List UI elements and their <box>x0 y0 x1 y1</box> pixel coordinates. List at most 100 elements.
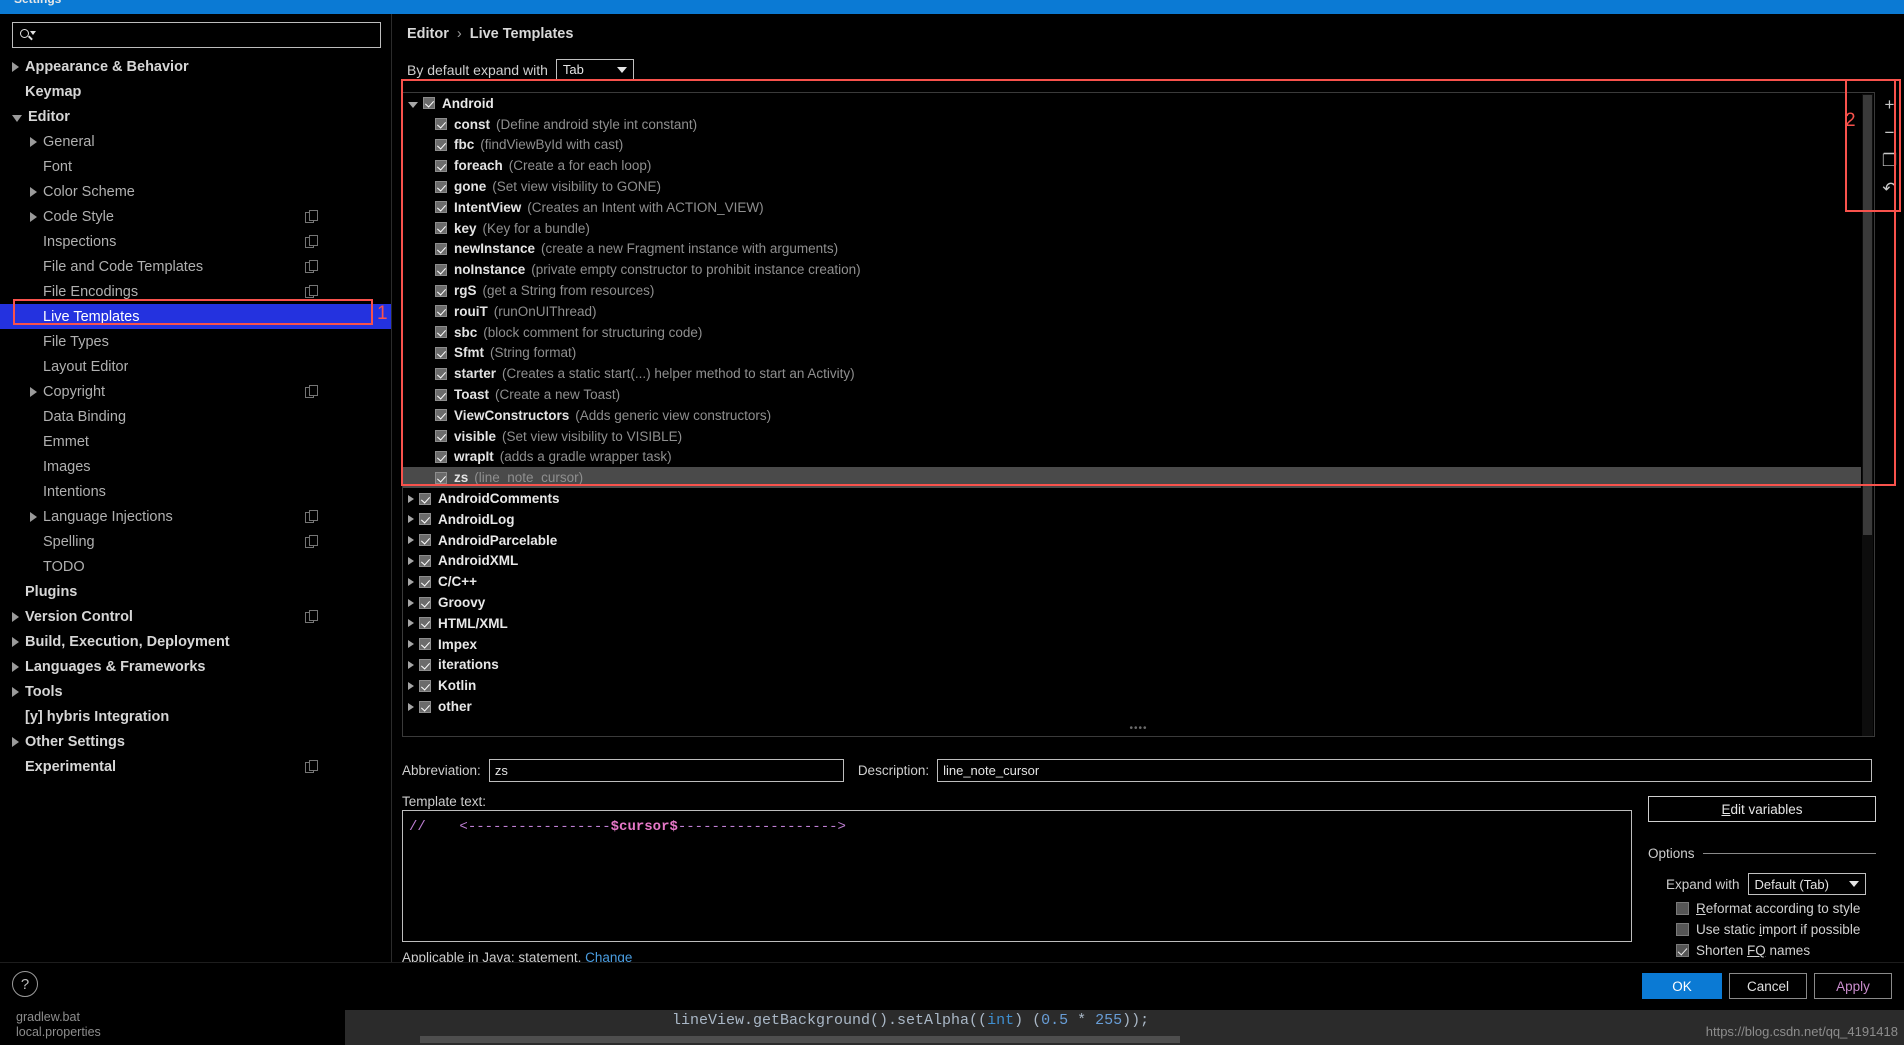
chevron-right-icon[interactable] <box>12 611 19 622</box>
chevron-right-icon[interactable] <box>12 636 19 647</box>
template-checkbox[interactable] <box>435 242 447 255</box>
sidebar-item-build-execution-deployment[interactable]: Build, Execution, Deployment <box>0 629 391 654</box>
template-checkbox[interactable] <box>435 450 447 463</box>
template-item-toast[interactable]: Toast (Create a new Toast) <box>403 384 1861 405</box>
template-checkbox[interactable] <box>435 471 447 484</box>
template-item-viewconstructors[interactable]: ViewConstructors (Adds generic view const… <box>403 405 1861 426</box>
chevron-right-icon[interactable] <box>408 660 414 669</box>
copy-settings-icon[interactable] <box>305 535 317 548</box>
template-item-foreach[interactable]: foreach (Create a for each loop) <box>403 155 1861 176</box>
template-checkbox[interactable] <box>435 159 447 172</box>
sidebar-item-font[interactable]: Font <box>0 154 391 179</box>
template-checkbox[interactable] <box>419 617 431 630</box>
copy-settings-icon[interactable] <box>305 235 317 248</box>
template-checkbox[interactable] <box>435 367 447 380</box>
chevron-right-icon[interactable] <box>408 515 414 524</box>
breadcrumb-parent[interactable]: Editor <box>407 26 449 42</box>
description-input[interactable] <box>937 759 1873 782</box>
sidebar-item-languages-frameworks[interactable]: Languages & Frameworks <box>0 654 391 679</box>
template-checkbox[interactable] <box>419 554 431 567</box>
template-checkbox[interactable] <box>435 180 447 193</box>
template-item-wrapit[interactable]: wrapIt (adds a gradle wrapper task) <box>403 447 1861 468</box>
template-item-fbc[interactable]: fbc (findViewById with cast) <box>403 135 1861 156</box>
resize-grip[interactable]: •••• <box>1129 723 1147 734</box>
file-item[interactable]: gradlew.bat <box>16 1010 345 1025</box>
sidebar-item-color-scheme[interactable]: Color Scheme <box>0 179 391 204</box>
chevron-right-icon[interactable] <box>12 736 19 747</box>
template-checkbox[interactable] <box>435 284 447 297</box>
template-group-androidcomments[interactable]: AndroidComments <box>403 488 1861 509</box>
template-checkbox[interactable] <box>419 638 431 651</box>
template-checkbox[interactable] <box>435 201 447 214</box>
sidebar-item-todo[interactable]: TODO <box>0 554 391 579</box>
sidebar-item-appearance-behavior[interactable]: Appearance & Behavior <box>0 54 391 79</box>
copy-settings-icon[interactable] <box>305 610 317 623</box>
sidebar-item-emmet[interactable]: Emmet <box>0 429 391 454</box>
sidebar-item-file-encodings[interactable]: File Encodings <box>0 279 391 304</box>
help-button[interactable]: ? <box>12 971 38 997</box>
sidebar-item-code-style[interactable]: Code Style <box>0 204 391 229</box>
chevron-right-icon[interactable] <box>408 494 414 503</box>
template-group-android[interactable]: Android <box>403 93 1861 114</box>
sidebar-item-live-templates[interactable]: Live Templates <box>0 304 391 329</box>
template-item-const[interactable]: const (Define android style int constant) <box>403 114 1861 135</box>
chevron-right-icon[interactable] <box>408 556 414 565</box>
chevron-right-icon[interactable] <box>12 661 19 672</box>
sidebar-item-y-hybris-integration[interactable]: [y] hybris Integration <box>0 704 391 729</box>
template-item-rouit[interactable]: rouiT (runOnUIThread) <box>403 301 1861 322</box>
copy-settings-icon[interactable] <box>305 260 317 273</box>
sidebar-item-plugins[interactable]: Plugins <box>0 579 391 604</box>
copy-settings-icon[interactable] <box>305 285 317 298</box>
option-checkbox-row[interactable]: Shorten FQ names <box>1648 943 1876 958</box>
template-checkbox[interactable] <box>435 305 447 318</box>
chevron-right-icon[interactable] <box>30 211 37 222</box>
apply-button[interactable]: Apply <box>1814 973 1892 999</box>
template-item-sbc[interactable]: sbc (block comment for structuring code) <box>403 322 1861 343</box>
option-checkbox-row[interactable]: Use static import if possible <box>1648 922 1876 937</box>
sidebar-item-images[interactable]: Images <box>0 454 391 479</box>
chevron-right-icon[interactable] <box>12 61 19 72</box>
template-checkbox[interactable] <box>435 346 447 359</box>
template-checkbox[interactable] <box>435 409 447 422</box>
chevron-right-icon[interactable] <box>408 619 414 628</box>
search-input[interactable] <box>35 26 374 44</box>
template-checkbox[interactable] <box>419 513 431 526</box>
template-checkbox[interactable] <box>435 388 447 401</box>
settings-search[interactable] <box>12 22 381 48</box>
template-text-editor[interactable]: // <-----------------$cursor$-----------… <box>402 810 1632 942</box>
template-item-noinstance[interactable]: noInstance (private empty constructor to … <box>403 259 1861 280</box>
ok-button[interactable]: OK <box>1642 973 1722 999</box>
template-item-visible[interactable]: visible (Set view visibility to VISIBLE) <box>403 426 1861 447</box>
template-group-iterations[interactable]: iterations <box>403 655 1861 676</box>
template-item-gone[interactable]: gone (Set view visibility to GONE) <box>403 176 1861 197</box>
sidebar-item-intentions[interactable]: Intentions <box>0 479 391 504</box>
template-group-impex[interactable]: Impex <box>403 634 1861 655</box>
template-checkbox[interactable] <box>419 658 431 671</box>
template-checkbox[interactable] <box>423 97 435 110</box>
chevron-right-icon[interactable] <box>408 702 414 711</box>
template-group-other[interactable]: other <box>403 696 1861 717</box>
file-item[interactable]: local.properties <box>16 1025 345 1040</box>
copy-settings-icon[interactable] <box>305 385 317 398</box>
option-checkbox[interactable] <box>1676 944 1689 957</box>
template-item-newinstance[interactable]: newInstance (create a new Fragment instan… <box>403 239 1861 260</box>
template-item-zs[interactable]: zs (line_note_cursor) <box>403 467 1861 489</box>
template-item-key[interactable]: key (Key for a bundle) <box>403 218 1861 239</box>
edit-variables-button[interactable]: Edit variables <box>1648 796 1876 822</box>
copy-settings-icon[interactable] <box>305 510 317 523</box>
option-checkbox[interactable] <box>1676 902 1689 915</box>
abbreviation-input[interactable] <box>488 759 844 782</box>
sidebar-item-file-and-code-templates[interactable]: File and Code Templates <box>0 254 391 279</box>
sidebar-item-file-types[interactable]: File Types <box>0 329 391 354</box>
chevron-right-icon[interactable] <box>408 536 414 545</box>
option-checkbox-row[interactable]: Reformat according to style <box>1648 901 1876 916</box>
revert-icon[interactable]: ↶ <box>1879 178 1901 200</box>
chevron-right-icon[interactable] <box>408 640 414 649</box>
option-checkbox[interactable] <box>1676 923 1689 936</box>
template-checkbox[interactable] <box>435 222 447 235</box>
chevron-right-icon[interactable] <box>30 386 37 397</box>
chevron-right-icon[interactable] <box>408 577 414 586</box>
templates-vertical-scrollbar[interactable] <box>1862 94 1873 736</box>
template-item-sfmt[interactable]: Sfmt (String format) <box>403 343 1861 364</box>
templates-tree[interactable]: Android const (Define android style int co… <box>403 93 1861 736</box>
